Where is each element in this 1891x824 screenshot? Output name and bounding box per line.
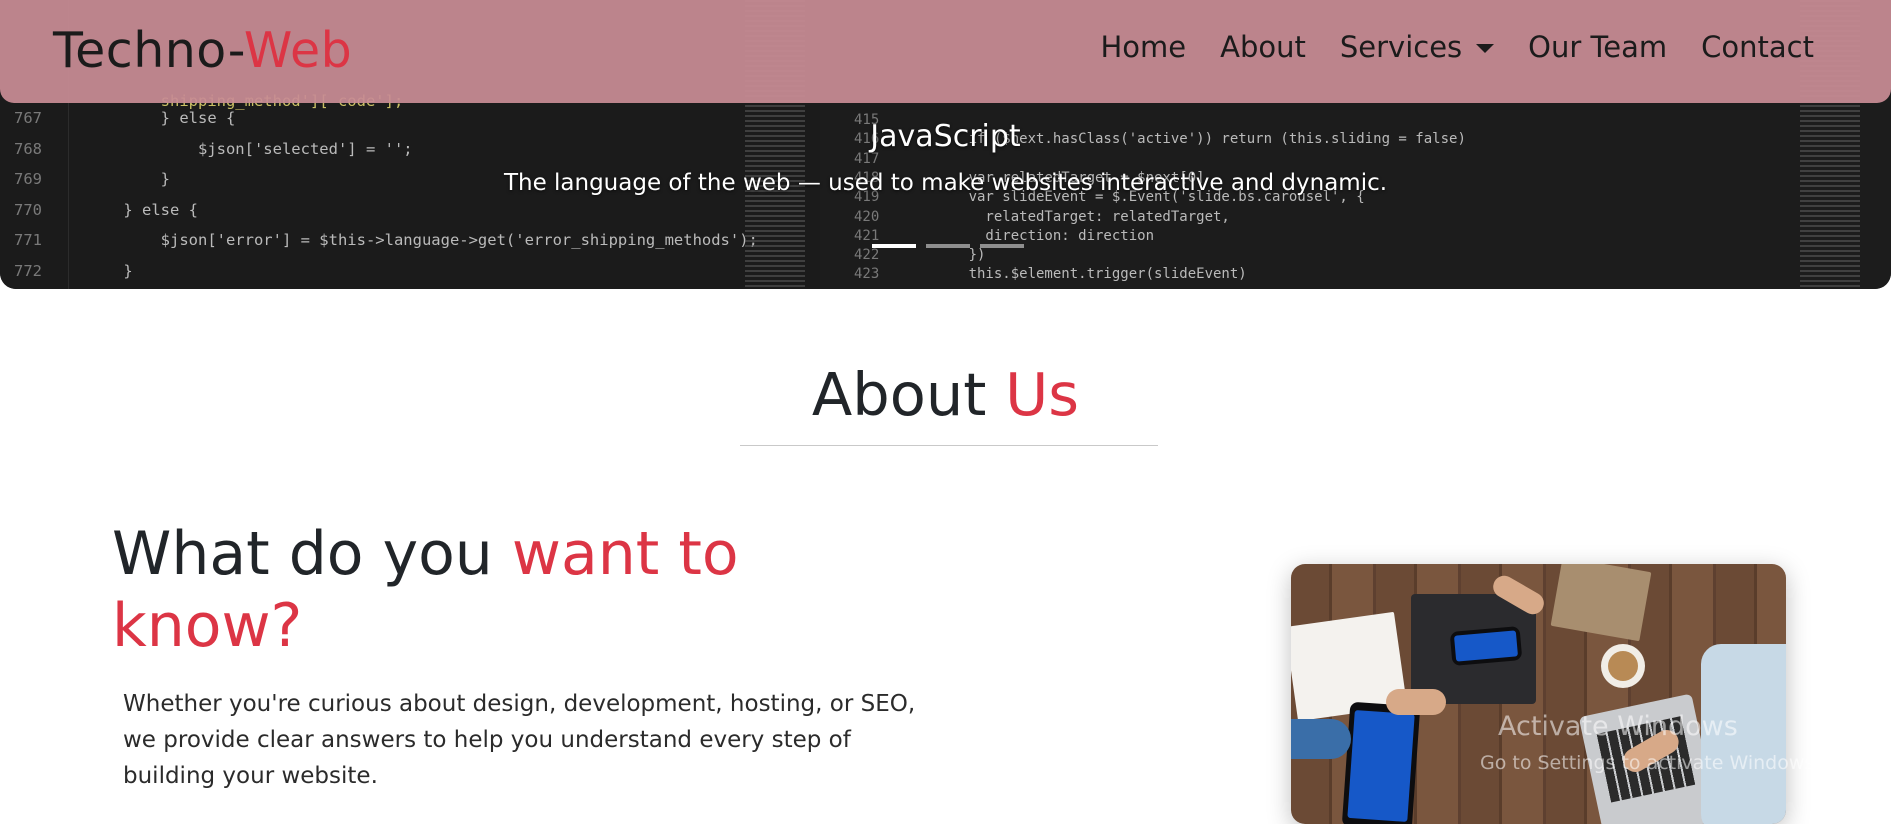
about-divider <box>740 445 1158 446</box>
photo-phone <box>1449 626 1523 666</box>
about-heading-main: About <box>811 360 1006 429</box>
photo-arm-left <box>1291 719 1351 759</box>
carousel-indicator-3[interactable] <box>980 244 1024 248</box>
nav-services-label: Services <box>1339 30 1463 64</box>
carousel-caption-title: JavaScript <box>870 119 1021 154</box>
nav-about[interactable]: About <box>1203 30 1323 64</box>
photo-hand <box>1386 689 1446 715</box>
question-heading: What do you want to know? <box>112 518 812 662</box>
nav-contact[interactable]: Contact <box>1684 30 1831 64</box>
carousel-indicators <box>872 244 1024 248</box>
navbar: Techno-Web Home About Services Our Team … <box>0 0 1891 103</box>
about-heading: About Us <box>0 360 1891 429</box>
question-main: What do you <box>112 519 512 589</box>
about-heading-accent: Us <box>1005 360 1080 429</box>
photo-mug <box>1601 644 1645 688</box>
brand-accent: Web <box>243 22 353 79</box>
carousel-indicator-1[interactable] <box>872 244 916 248</box>
photo-phone-large <box>1341 701 1421 824</box>
brand-logo[interactable]: Techno-Web <box>53 22 352 79</box>
nav-our-team[interactable]: Our Team <box>1511 30 1684 64</box>
carousel-indicator-2[interactable] <box>926 244 970 248</box>
carousel-caption-text: The language of the web — used to make w… <box>503 170 1388 196</box>
team-photo <box>1291 564 1786 824</box>
activate-windows-subtitle: Go to Settings to activate Windows. <box>1480 752 1821 774</box>
nav-services-dropdown[interactable]: Services <box>1323 30 1511 64</box>
caret-down-icon <box>1476 43 1495 53</box>
photo-envelope <box>1550 564 1652 642</box>
about-paragraph: Whether you're curious about design, dev… <box>123 691 916 789</box>
nav-links: Home About Services Our Team Contact <box>1083 30 1831 64</box>
nav-home[interactable]: Home <box>1083 30 1203 64</box>
brand-prefix: Techno- <box>53 22 244 79</box>
activate-windows-title: Activate Windows <box>1498 711 1738 742</box>
